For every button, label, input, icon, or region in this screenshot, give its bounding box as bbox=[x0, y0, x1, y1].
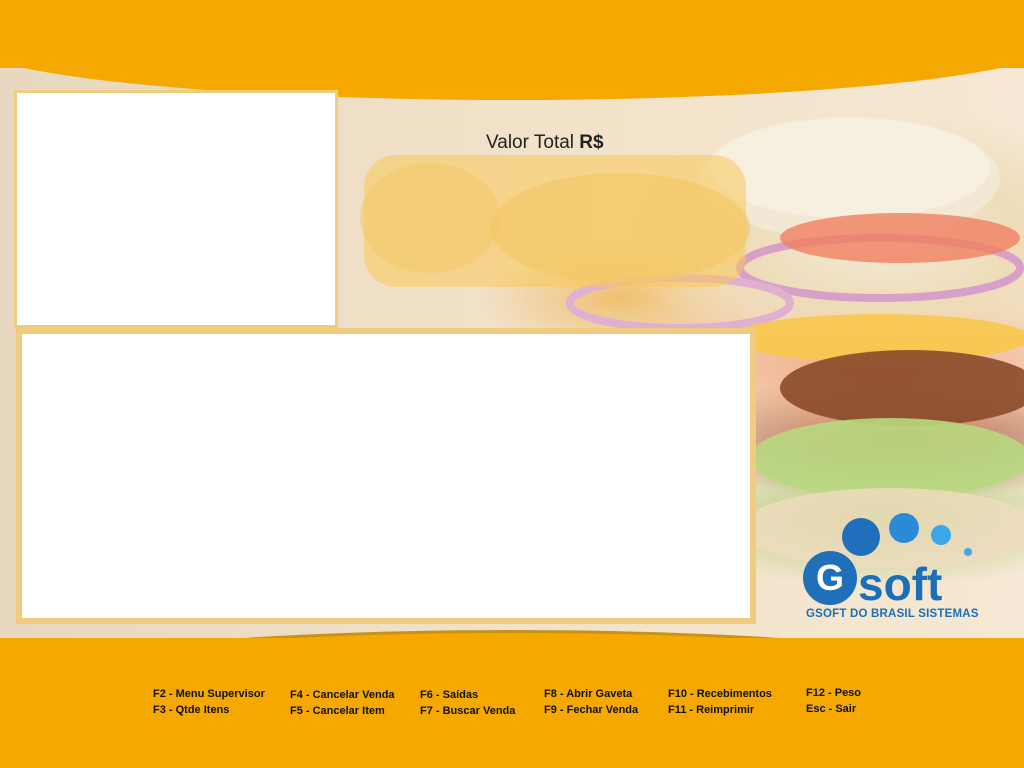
shortcut-f8: F8 - Abrir Gaveta bbox=[544, 688, 633, 700]
total-label: Valor Total R$ bbox=[486, 132, 604, 154]
shortcut-group-1: F2 - Menu Supervisor F3 - Qtde Itens bbox=[153, 686, 265, 718]
product-image-panel bbox=[14, 90, 338, 328]
shortcut-group-2: F4 - Cancelar Venda F5 - Cancelar Item bbox=[290, 687, 395, 719]
items-list-panel bbox=[16, 328, 756, 624]
shortcut-f3: F3 - Qtde Itens bbox=[153, 704, 230, 716]
shortcut-f11: F11 - Reimprimir bbox=[668, 704, 755, 716]
gsoft-logo-icon: G soft bbox=[803, 513, 972, 610]
total-value-display bbox=[364, 155, 746, 287]
logo-wordmark: soft bbox=[858, 558, 942, 605]
shortcut-f9: F9 - Fechar Venda bbox=[544, 704, 639, 716]
gsoft-logo: G soft GSOFT DO BRASIL SISTEMAS bbox=[800, 510, 980, 620]
shortcut-f4: F4 - Cancelar Venda bbox=[290, 689, 395, 701]
shortcut-f12: F12 - Peso bbox=[806, 687, 862, 699]
total-label-text: Valor Total bbox=[486, 132, 575, 153]
total-currency: R$ bbox=[579, 132, 604, 153]
shortcut-f7: F7 - Buscar Venda bbox=[420, 705, 516, 717]
shortcut-f6: F6 - Saídas bbox=[420, 689, 479, 701]
shortcut-f10: F10 - Recebimentos bbox=[668, 688, 772, 700]
shortcut-group-6: F12 - Peso Esc - Sair bbox=[806, 685, 861, 717]
shortcut-f2: F2 - Menu Supervisor bbox=[153, 688, 265, 700]
svg-text:G: G bbox=[816, 557, 844, 598]
shortcut-group-4: F8 - Abrir Gaveta F9 - Fechar Venda bbox=[544, 686, 638, 718]
company-name: GSOFT DO BRASIL SISTEMAS bbox=[806, 608, 979, 620]
shortcut-esc: Esc - Sair bbox=[806, 703, 857, 715]
shortcut-f5: F5 - Cancelar Item bbox=[290, 705, 385, 717]
shortcut-group-3: F6 - Saídas F7 - Buscar Venda bbox=[420, 687, 515, 719]
shortcut-group-5: F10 - Recebimentos F11 - Reimprimir bbox=[668, 686, 772, 718]
